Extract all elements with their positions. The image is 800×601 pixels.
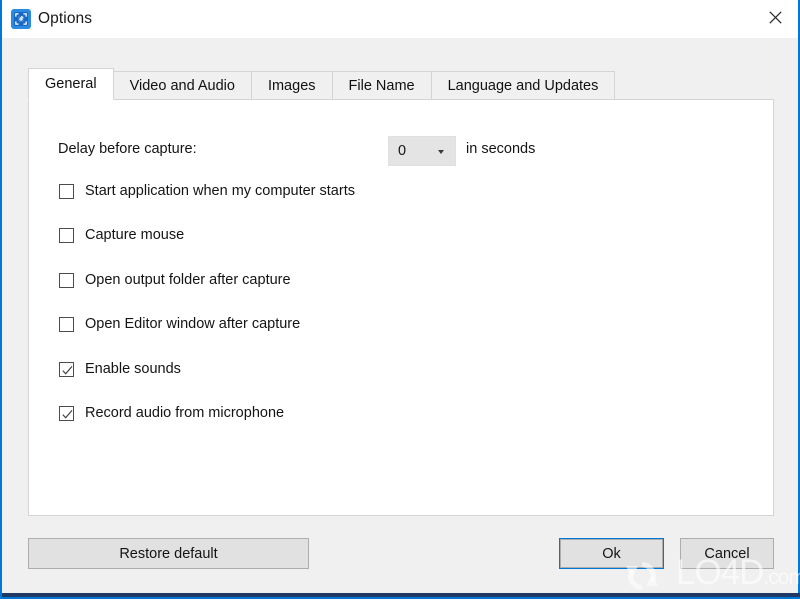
checkbox-row-enable-sounds[interactable]: Enable sounds xyxy=(59,358,181,380)
restore-default-button-label: Restore default xyxy=(119,545,218,562)
checkbox-row-start-application[interactable]: Start application when my computer start… xyxy=(59,180,355,202)
delay-value: 0 xyxy=(398,143,407,159)
close-icon xyxy=(768,11,782,24)
cancel-button[interactable]: Cancel xyxy=(680,538,774,569)
general-tab-panel: Delay before capture: 0 in seconds Start… xyxy=(28,99,774,516)
tab-general[interactable]: General xyxy=(28,68,114,100)
checkbox-capture-mouse[interactable] xyxy=(59,227,74,243)
ok-button-focus-ring: Ok xyxy=(559,538,664,569)
checkbox-enable-sounds[interactable] xyxy=(59,361,74,377)
checkbox-row-open-output-folder[interactable]: Open output folder after capture xyxy=(59,269,291,291)
checkbox-row-capture-mouse[interactable]: Capture mouse xyxy=(59,224,184,246)
tab-video-and-audio[interactable]: Video and Audio xyxy=(112,71,252,100)
checkbox-start-application-label: Start application when my computer start… xyxy=(85,183,355,199)
tab-language-and-updates-label: Language and Updates xyxy=(447,77,599,94)
checkmark-icon xyxy=(62,365,73,375)
title-bar: Options xyxy=(2,0,798,38)
cancel-button-label: Cancel xyxy=(704,545,750,562)
delay-unit-label: in seconds xyxy=(466,141,536,157)
taskbar-sliver xyxy=(2,593,800,597)
tab-general-label: General xyxy=(45,76,97,92)
ok-button-label: Ok xyxy=(602,545,621,562)
close-button[interactable] xyxy=(752,0,798,35)
tab-language-and-updates[interactable]: Language and Updates xyxy=(430,71,616,100)
checkbox-capture-mouse-label: Capture mouse xyxy=(85,227,185,243)
chevron-down-icon xyxy=(438,150,444,154)
checkbox-enable-sounds-label: Enable sounds xyxy=(85,361,181,377)
watermark-suffix: .com xyxy=(763,566,800,589)
capture-app-icon xyxy=(11,9,31,29)
checkbox-row-record-audio[interactable]: Record audio from microphone xyxy=(59,402,284,424)
checkbox-open-output-folder[interactable] xyxy=(59,272,74,288)
delay-seconds-combobox[interactable]: 0 xyxy=(388,136,456,166)
tab-strip: General Video and Audio Images File Name… xyxy=(28,68,616,100)
checkmark-icon xyxy=(62,409,73,419)
checkbox-open-editor-window-label: Open Editor window after capture xyxy=(85,316,301,332)
tab-file-name-label: File Name xyxy=(348,77,415,94)
checkbox-record-audio-from-microphone[interactable] xyxy=(59,405,74,421)
checkbox-open-output-folder-label: Open output folder after capture xyxy=(85,272,291,288)
checkbox-start-application[interactable] xyxy=(59,183,74,199)
tab-images[interactable]: Images xyxy=(250,71,333,100)
checkbox-record-audio-from-microphone-label: Record audio from microphone xyxy=(85,405,285,421)
restore-default-button[interactable]: Restore default xyxy=(28,538,309,569)
checkbox-open-editor-window[interactable] xyxy=(59,316,74,332)
tab-video-and-audio-label: Video and Audio xyxy=(129,77,235,94)
page-title: Options xyxy=(38,10,93,27)
checkbox-row-open-editor-window[interactable]: Open Editor window after capture xyxy=(59,313,300,335)
delay-label: Delay before capture: xyxy=(58,141,197,157)
options-dialog-window: Options General Video and Audio Images F… xyxy=(0,0,800,599)
ok-button[interactable]: Ok xyxy=(560,539,663,568)
tab-images-label: Images xyxy=(267,77,316,94)
delay-before-capture-row: Delay before capture: 0 in seconds xyxy=(58,136,658,166)
tab-file-name[interactable]: File Name xyxy=(331,71,432,100)
